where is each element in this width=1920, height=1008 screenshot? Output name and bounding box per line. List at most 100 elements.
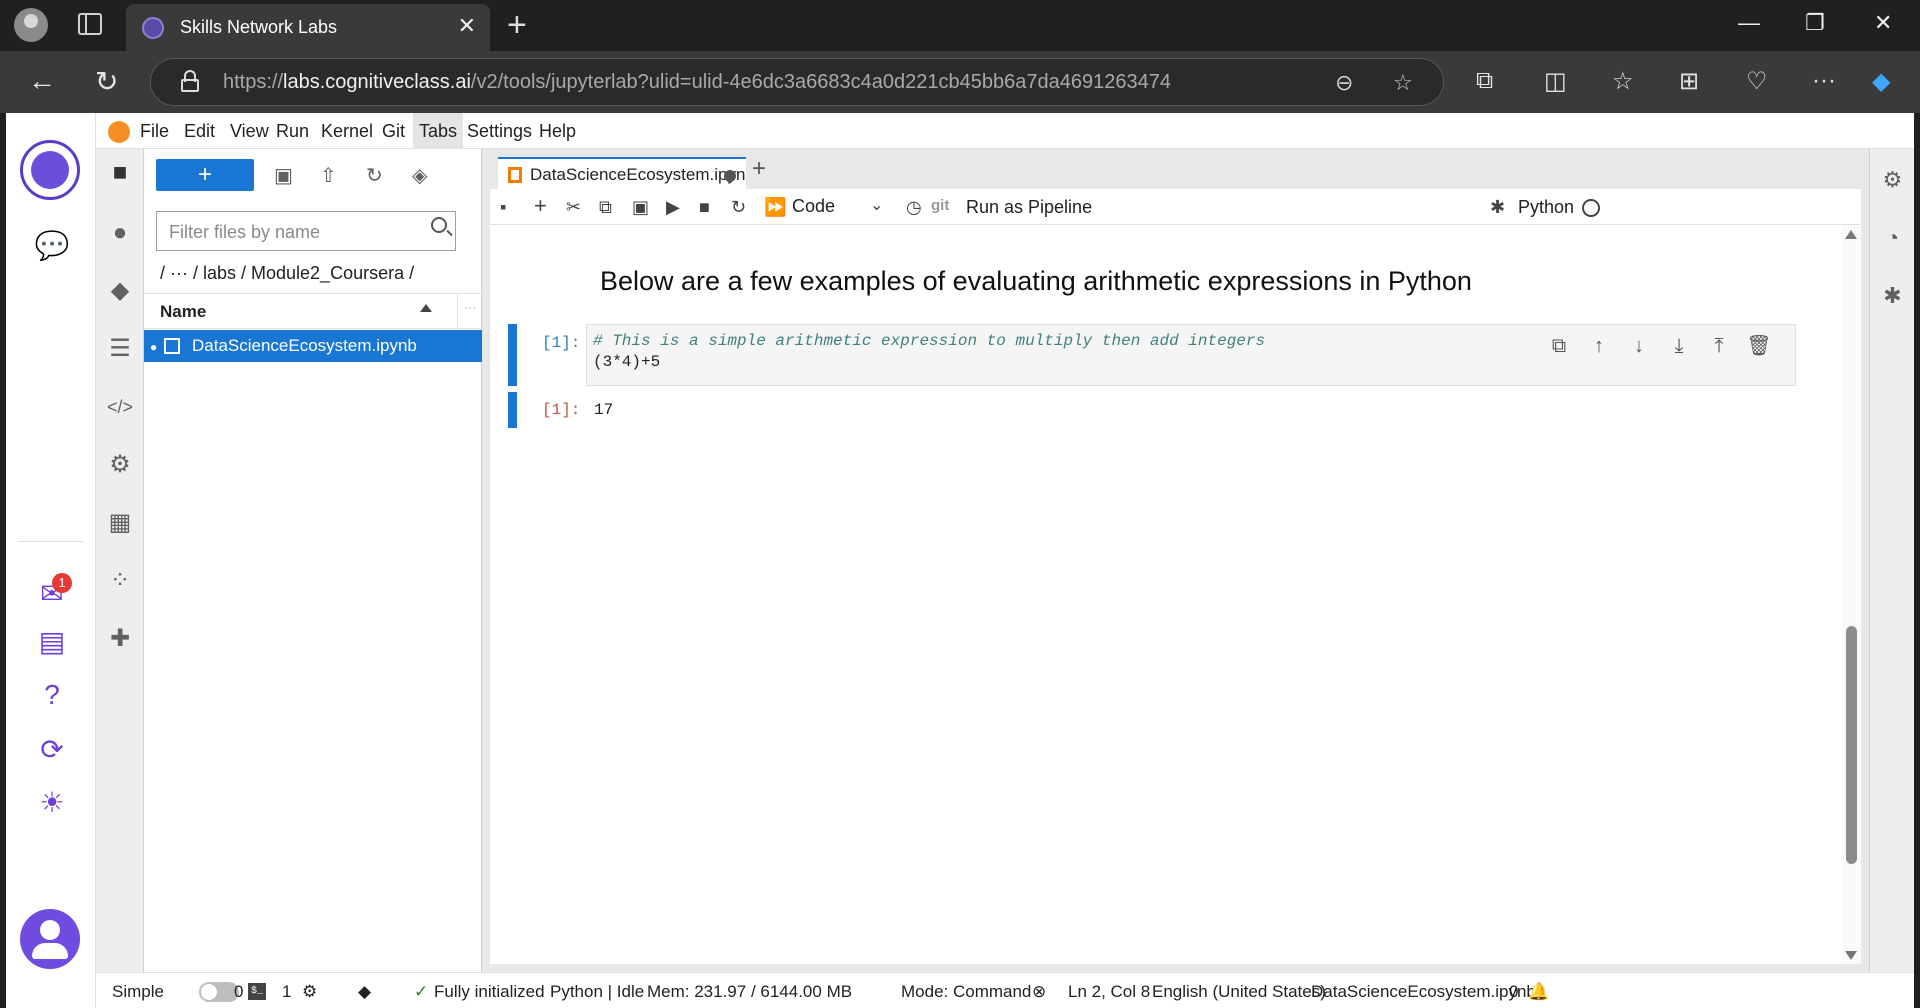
scroll-up-icon[interactable] — [1845, 230, 1857, 239]
simple-mode-toggle[interactable] — [199, 982, 239, 1002]
menu-run[interactable]: Run — [276, 121, 309, 142]
git-clone-icon[interactable]: ◈ — [412, 163, 427, 188]
breadcrumb[interactable]: / ··· / labs / Module2_Coursera / — [160, 263, 414, 284]
extensions-icon[interactable]: ⧉ — [1476, 67, 1493, 95]
insert-above-icon[interactable]: ⤒ — [1699, 335, 1739, 358]
minimize-icon[interactable]: — — [1738, 10, 1760, 36]
run-icon[interactable]: ▶ — [666, 197, 680, 218]
resource-monitor-icon[interactable]: ◔ — [1870, 225, 1915, 251]
column-name[interactable]: Name — [160, 302, 206, 322]
delete-cell-icon[interactable]: 🗑 — [1739, 333, 1779, 358]
skills-network-logo-icon[interactable] — [20, 140, 80, 200]
stop-icon[interactable]: ■ — [699, 197, 710, 218]
running-sessions-icon[interactable]: ● — [96, 209, 144, 257]
restart-kernel-icon[interactable]: ↻ — [731, 197, 746, 218]
unsaved-indicator-icon[interactable] — [724, 170, 736, 182]
cell-type-select[interactable]: Code — [792, 196, 835, 217]
display-language[interactable]: English (United States) — [1152, 982, 1326, 1002]
save-icon[interactable]: ▪ — [500, 197, 506, 218]
insert-below-icon[interactable]: ⤓ — [1659, 335, 1699, 358]
git-label[interactable]: git — [931, 197, 949, 214]
help-icon[interactable]: ? — [28, 679, 76, 719]
debugger-icon[interactable]: ✱ — [1870, 283, 1915, 309]
menu-settings[interactable]: Settings — [467, 121, 532, 142]
code-editor[interactable]: # This is a simple arithmetic expression… — [586, 324, 1796, 386]
kernel-name[interactable]: Python — [1518, 197, 1574, 218]
menu-file[interactable]: File — [140, 121, 169, 142]
column-more[interactable]: ··· — [464, 300, 476, 314]
more-icon[interactable]: ··· — [1812, 67, 1836, 95]
debugger-icon[interactable]: ✱ — [1490, 197, 1505, 218]
address-bar[interactable]: https://labs.cognitiveclass.ai/v2/tools/… — [150, 58, 1444, 106]
theme-toggle-icon[interactable]: ☀ — [28, 786, 76, 826]
cursor-position[interactable]: Ln 2, Col 8 — [1068, 982, 1150, 1002]
duplicate-cell-icon[interactable]: ⧉ — [1539, 335, 1579, 358]
back-icon[interactable]: ← — [28, 65, 56, 97]
user-avatar-icon[interactable] — [20, 909, 80, 969]
refresh-icon[interactable]: ↻ — [366, 163, 383, 188]
browser-tab[interactable]: Skills Network Labs ✕ — [126, 4, 490, 51]
menu-kernel[interactable]: Kernel — [321, 121, 373, 142]
terminal-icon[interactable]: $_ — [248, 983, 266, 1000]
split-screen-icon[interactable]: ◫ — [1544, 67, 1567, 96]
add-tab-icon[interactable]: + — [752, 155, 766, 183]
chevron-down-icon[interactable]: ⌄ — [870, 195, 883, 215]
cell-collapser[interactable] — [508, 324, 517, 386]
scroll-thumb[interactable] — [1846, 626, 1857, 864]
collections-icon[interactable]: ⊞ — [1679, 67, 1699, 96]
scroll-down-icon[interactable] — [1845, 951, 1857, 960]
extensions-manager-icon[interactable]: ⁘ — [96, 557, 144, 605]
new-launcher-button[interactable]: + — [156, 159, 254, 191]
terminal-count[interactable]: 0 — [234, 982, 243, 1002]
news-icon[interactable]: ▤ — [28, 625, 76, 665]
copy-icon[interactable]: ⧉ — [599, 197, 612, 218]
output-collapser[interactable] — [508, 392, 517, 428]
menu-git[interactable]: Git — [382, 121, 405, 142]
tab-actions-icon[interactable] — [78, 13, 102, 35]
filter-files-input[interactable]: Filter files by name — [156, 211, 456, 251]
close-window-icon[interactable]: ✕ — [1874, 10, 1892, 36]
menu-tabs[interactable]: Tabs — [413, 113, 464, 149]
git-status-icon[interactable]: ◆ — [358, 982, 371, 1002]
notebook-tab[interactable]: DataScienceEcosystem.ipyn — [498, 157, 746, 189]
sort-ascending-icon[interactable] — [420, 304, 432, 312]
move-up-icon[interactable]: ↑ — [1579, 335, 1619, 358]
menu-help[interactable]: Help — [539, 121, 576, 142]
table-of-contents-icon[interactable]: ☰ — [96, 325, 144, 373]
menu-edit[interactable]: Edit — [184, 121, 215, 142]
git-icon[interactable]: ◆ — [96, 267, 144, 315]
kernel-count[interactable]: 1 — [282, 982, 291, 1002]
notification-count[interactable]: 0 — [1509, 982, 1518, 1002]
notebook-scrollbar[interactable] — [1842, 226, 1861, 964]
cut-icon[interactable]: ✂ — [566, 197, 581, 218]
lsp-status[interactable]: Fully initialized — [434, 982, 545, 1002]
bell-icon[interactable]: 🔔 — [1528, 982, 1549, 1002]
history-icon[interactable]: ◷ — [906, 197, 922, 218]
menu-view[interactable]: View — [230, 121, 269, 142]
insert-cell-icon[interactable]: + — [534, 193, 547, 219]
code-snippets-icon[interactable]: </> — [96, 383, 144, 431]
kernel-gear-icon[interactable]: ⚙ — [302, 982, 317, 1002]
run-as-pipeline-button[interactable]: Run as Pipeline — [966, 197, 1092, 218]
sync-icon[interactable]: ⟳ — [28, 733, 76, 773]
run-all-icon[interactable]: ⏩ — [764, 197, 786, 218]
property-inspector-icon[interactable]: ⚙ — [96, 441, 144, 489]
profile-icon[interactable] — [14, 8, 48, 42]
ai-assistant-icon[interactable]: 💬 — [28, 229, 76, 269]
restore-icon[interactable]: ❐ — [1805, 10, 1825, 36]
zoom-icon[interactable]: ⊖ — [1335, 70, 1353, 96]
copilot-icon[interactable]: ◆ — [1872, 67, 1890, 96]
new-tab-icon[interactable]: + — [507, 6, 527, 45]
new-folder-icon[interactable]: ▣ — [274, 163, 293, 188]
url-text[interactable]: https://labs.cognitiveclass.ai/v2/tools/… — [223, 71, 1171, 94]
close-tab-icon[interactable]: ✕ — [458, 13, 476, 39]
property-inspector-icon[interactable]: ⚙ — [1870, 167, 1915, 193]
puzzle-icon[interactable]: ✚ — [96, 615, 144, 663]
file-row[interactable]: ● DataScienceEcosystem.ipynb — [144, 330, 482, 362]
favorites-icon[interactable]: ☆ — [1612, 67, 1634, 96]
favorite-star-icon[interactable]: ☆ — [1393, 70, 1413, 96]
kernel-status[interactable]: Python | Idle — [550, 982, 644, 1002]
reload-icon[interactable]: ↻ — [95, 65, 118, 98]
paste-icon[interactable]: ▣ — [632, 197, 649, 218]
no-trust-icon[interactable]: ⊗ — [1032, 982, 1046, 1002]
